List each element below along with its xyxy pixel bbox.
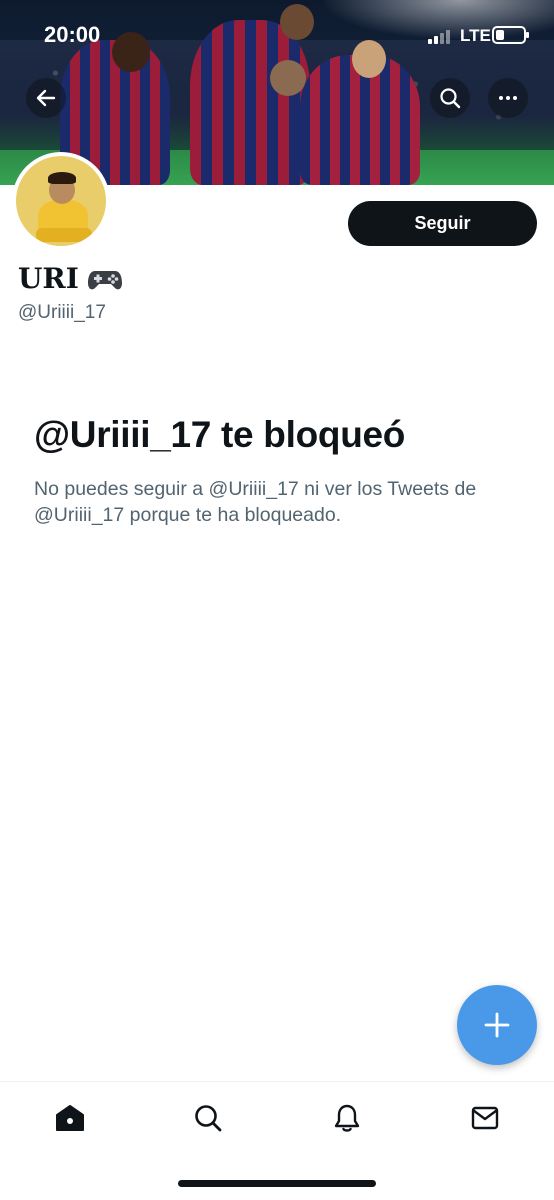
display-name: URI — [18, 262, 79, 295]
bell-icon — [334, 1104, 360, 1132]
nav-messages[interactable] — [465, 1098, 505, 1138]
more-button[interactable] — [488, 78, 528, 118]
search-icon — [195, 1105, 222, 1132]
status-bar: 20:00 LTE — [0, 0, 554, 70]
battery-level — [496, 30, 504, 40]
arrow-left-icon — [36, 89, 56, 107]
gamepad-icon — [87, 270, 122, 289]
nav-home[interactable] — [50, 1098, 90, 1138]
display-name-row: URI — [18, 262, 123, 295]
follow-button[interactable]: Seguir — [348, 201, 537, 246]
nav-search[interactable] — [188, 1098, 228, 1138]
battery-icon — [492, 26, 529, 44]
back-button[interactable] — [26, 78, 66, 118]
search-icon — [440, 88, 461, 109]
profile-handle: @Uriiii_17 — [18, 302, 106, 323]
blocked-description: No puedes seguir a @Uriiii_17 ni ver los… — [34, 478, 477, 526]
home-icon — [56, 1105, 84, 1131]
avatar-figure-legs — [36, 228, 92, 242]
avatar-figure-hair — [48, 172, 76, 184]
network-type: LTE — [460, 26, 491, 45]
blocked-title: @Uriiii_17 te bloqueó — [34, 414, 406, 455]
compose-tweet-button[interactable] — [457, 985, 537, 1065]
nav-notifications[interactable] — [327, 1098, 367, 1138]
more-horizontal-icon — [499, 96, 517, 100]
home-indicator[interactable] — [178, 1180, 376, 1187]
avatar[interactable] — [12, 152, 110, 250]
status-time: 20:00 — [44, 22, 101, 47]
plus-icon — [484, 1012, 510, 1038]
profile-page: 20:00 LTE Seguir URI @Uriiii_17 @Uriiii_… — [0, 0, 554, 1200]
search-button[interactable] — [430, 78, 470, 118]
mail-icon — [471, 1106, 499, 1130]
signal-icon — [428, 30, 452, 44]
